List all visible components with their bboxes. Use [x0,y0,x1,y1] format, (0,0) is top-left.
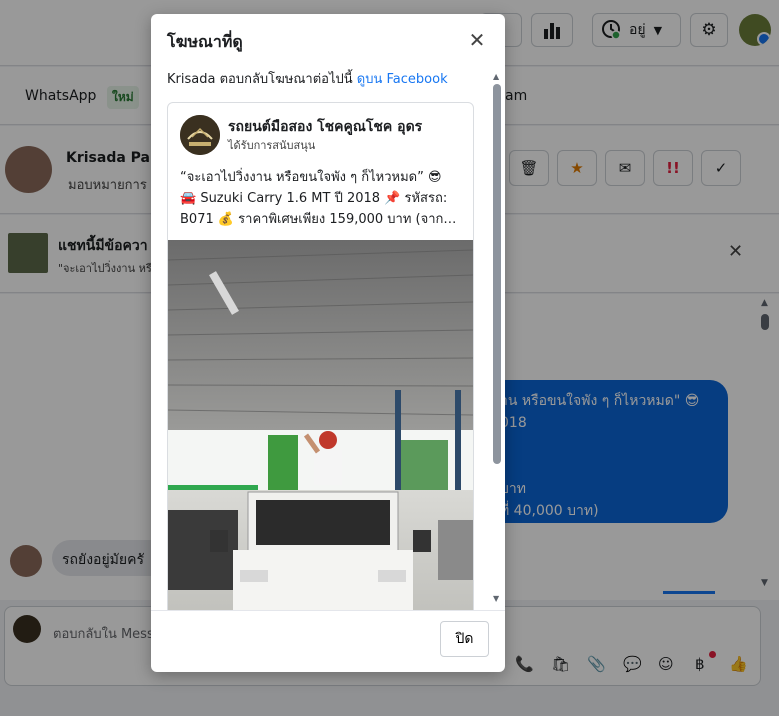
ad-text-line: 🚘 Suzuki Carry 1.6 MT ปี 2018 📌 รหัสรถ: [180,191,448,206]
page-name[interactable]: รถยนต์มือสอง โชคคูณโชค อุดร [228,116,422,138]
ad-body-text: “จะเอาไปวิ่งงาน หรือขนใจพัง ๆ ก็ไหวหมด” … [180,167,468,230]
ad-viewed-dialog: โฆษณาที่ดู ✕ Krisada ตอบกลับโฆษณาต่อไปนี… [151,14,505,672]
sponsored-label: ได้รับการสนับสนุน [228,139,316,152]
dialog-scroll-area[interactable]: รถยนต์มือสอง โชคคูณโชค อุดร ได้รับการสนั… [167,102,474,610]
view-on-facebook-link[interactable]: ดูบน Facebook [357,72,448,87]
scroll-up-icon[interactable]: ▲ [493,72,499,81]
ad-preview-card: รถยนต์มือสอง โชคคูณโชค อุดร ได้รับการสนั… [167,102,474,610]
close-icon[interactable]: ✕ [465,28,489,52]
page-avatar [180,115,220,155]
ad-text-line: B071 💰 ราคาพิเศษเพียง 159,000 บาท (จาก… [180,212,457,227]
dialog-footer: ปิด [151,610,505,672]
dialog-subtitle: Krisada ตอบกลับโฆษณาต่อไปนี้ ดูบน Facebo… [167,68,448,89]
ad-image[interactable] [168,240,473,610]
dialog-scrollbar-thumb[interactable] [493,84,501,464]
scroll-down-icon[interactable]: ▼ [493,594,499,603]
ad-text-line: “จะเอาไปวิ่งงาน หรือขนใจพัง ๆ ก็ไหวหมด” … [180,170,442,185]
page-logo-icon [180,115,220,155]
dialog-scrollbar[interactable]: ▲ ▼ [493,72,501,606]
close-button[interactable]: ปิด [440,621,489,657]
dialog-title: โฆษณาที่ดู [167,32,243,51]
subtitle-text: Krisada ตอบกลับโฆษณาต่อไปนี้ [167,72,353,87]
